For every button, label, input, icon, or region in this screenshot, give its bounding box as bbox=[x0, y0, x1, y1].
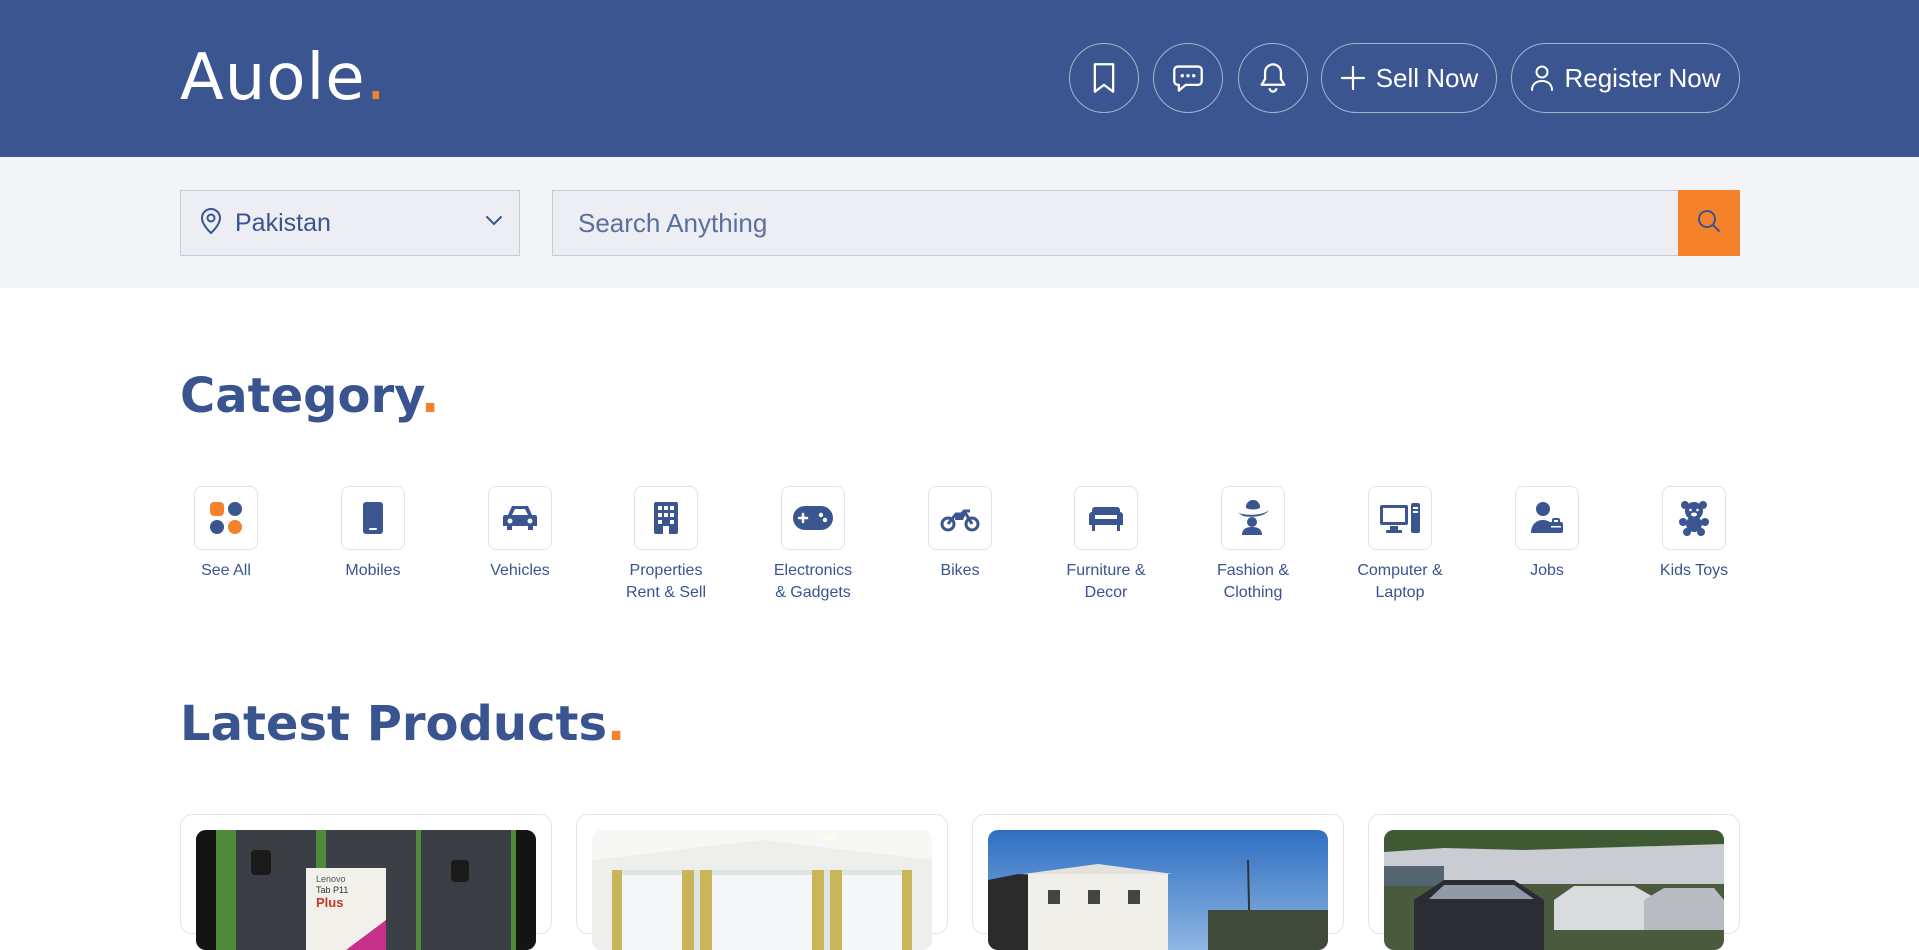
category-furniture[interactable]: Furniture & Decor bbox=[1046, 486, 1166, 604]
sell-now-button[interactable]: Sell Now bbox=[1321, 43, 1497, 113]
top-header: Auole. Sell Now Register Now bbox=[0, 0, 1919, 157]
register-label: Register Now bbox=[1564, 62, 1721, 93]
chat-icon bbox=[1172, 62, 1204, 94]
tablet-product-image: Lenovo Tab P11 Plus bbox=[196, 830, 536, 950]
search-button[interactable] bbox=[1678, 190, 1740, 256]
messages-button[interactable] bbox=[1153, 43, 1223, 113]
bell-icon bbox=[1258, 61, 1288, 95]
latest-title-dot: . bbox=[607, 696, 626, 752]
category-label: Kids Toys bbox=[1659, 562, 1729, 579]
category-title-text: Category bbox=[180, 368, 422, 424]
tablet-box-text-2: Tab P11 bbox=[316, 885, 348, 895]
hat-icon bbox=[1221, 486, 1285, 550]
saved-button[interactable] bbox=[1069, 43, 1139, 113]
category-label: Bikes bbox=[940, 562, 980, 579]
chevron-down-icon bbox=[485, 214, 503, 232]
category-label: Vehicles bbox=[490, 562, 550, 579]
bookmark-icon bbox=[1090, 62, 1118, 94]
category-properties[interactable]: Properties Rent & Sell bbox=[606, 486, 726, 604]
category-label: Fashion & Clothing bbox=[1216, 562, 1290, 601]
logo-dot: . bbox=[365, 41, 387, 115]
category-heading: Category. bbox=[180, 368, 439, 424]
mobile-home-image bbox=[988, 830, 1328, 950]
product-card[interactable] bbox=[972, 814, 1344, 950]
gamepad-icon bbox=[781, 486, 845, 550]
category-label: Computer & Laptop bbox=[1357, 562, 1443, 601]
mobile-icon bbox=[341, 486, 405, 550]
category-label: Furniture & Decor bbox=[1066, 562, 1146, 601]
search-input[interactable] bbox=[552, 190, 1679, 256]
building-icon bbox=[634, 486, 698, 550]
latest-title-text: Latest Products bbox=[180, 696, 608, 752]
category-see-all[interactable]: See All bbox=[166, 486, 286, 582]
category-label: Jobs bbox=[1530, 562, 1564, 579]
caravan-interior-image bbox=[592, 830, 932, 950]
motorcycle-icon bbox=[928, 486, 992, 550]
category-label: Properties Rent & Sell bbox=[625, 562, 707, 601]
sell-now-label: Sell Now bbox=[1375, 62, 1479, 93]
user-icon bbox=[1530, 64, 1554, 92]
site-logo[interactable]: Auole. bbox=[180, 42, 387, 114]
product-card[interactable] bbox=[576, 814, 948, 950]
armchair-icon bbox=[1074, 486, 1138, 550]
user-tie-icon bbox=[1515, 486, 1579, 550]
teddy-bear-icon bbox=[1662, 486, 1726, 550]
product-card[interactable] bbox=[1368, 814, 1740, 950]
logo-text: Auole bbox=[180, 41, 366, 115]
category-title-dot: . bbox=[421, 368, 440, 424]
register-button[interactable]: Register Now bbox=[1511, 43, 1740, 113]
location-value: Pakistan bbox=[235, 208, 331, 237]
search-icon bbox=[1696, 208, 1722, 239]
notifications-button[interactable] bbox=[1238, 43, 1308, 113]
car-lot-image bbox=[1384, 830, 1724, 950]
product-card[interactable]: Lenovo Tab P11 Plus bbox=[180, 814, 552, 950]
category-jobs[interactable]: Jobs bbox=[1487, 486, 1607, 582]
desktop-icon bbox=[1368, 486, 1432, 550]
location-select[interactable]: Pakistan bbox=[180, 190, 520, 256]
category-bikes[interactable]: Bikes bbox=[900, 486, 1020, 582]
category-label: See All bbox=[201, 562, 251, 579]
category-vehicles[interactable]: Vehicles bbox=[460, 486, 580, 582]
grid-icon bbox=[194, 486, 258, 550]
category-computer[interactable]: Computer & Laptop bbox=[1340, 486, 1460, 604]
category-kids-toys[interactable]: Kids Toys bbox=[1634, 486, 1754, 582]
latest-products-heading: Latest Products. bbox=[180, 696, 625, 752]
plus-icon bbox=[1340, 65, 1366, 91]
category-electronics[interactable]: Electronics & Gadgets bbox=[753, 486, 873, 604]
tablet-box-text-3: Plus bbox=[316, 895, 343, 910]
car-icon bbox=[488, 486, 552, 550]
tablet-box-text-1: Lenovo bbox=[316, 874, 346, 884]
category-label: Mobiles bbox=[345, 562, 401, 579]
category-label: Electronics & Gadgets bbox=[773, 562, 853, 601]
category-fashion[interactable]: Fashion & Clothing bbox=[1193, 486, 1313, 604]
location-pin-icon bbox=[199, 207, 223, 240]
category-mobiles[interactable]: Mobiles bbox=[313, 486, 433, 582]
